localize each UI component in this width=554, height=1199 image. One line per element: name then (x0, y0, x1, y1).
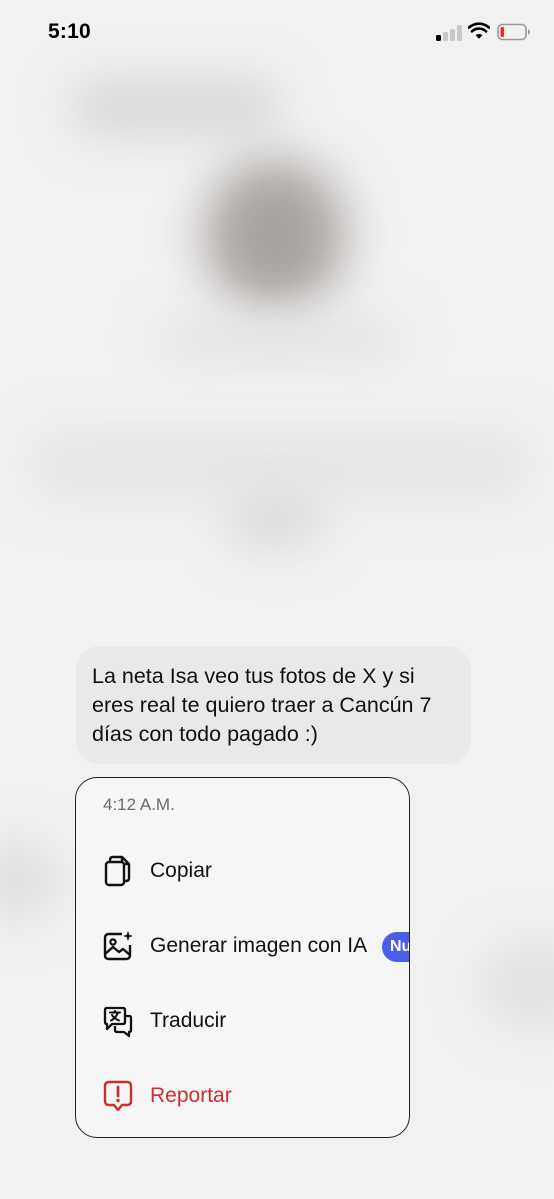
blurred-profile-name (160, 320, 400, 360)
message-timestamp: 4:12 A.M. (103, 795, 175, 814)
cellular-signal-icon (436, 25, 462, 41)
report-icon (103, 1080, 133, 1112)
report-label: Reportar (150, 1084, 232, 1107)
copy-icon (104, 855, 131, 887)
report-menu-item[interactable]: Reportar (76, 1067, 409, 1123)
blurred-profile-detail (225, 490, 325, 550)
message-bubble[interactable]: La neta Isa veo tus fotos de X y si eres… (76, 646, 471, 764)
translate-icon (103, 1006, 133, 1038)
blurred-left-element (0, 840, 60, 920)
translate-label: Traducir (150, 1009, 227, 1032)
blurred-avatar (205, 160, 345, 310)
status-time: 5:10 (48, 20, 91, 43)
chat-screen: 5:10 La neta Isa veo tus fotos de X y si… (0, 0, 554, 1199)
battery-low-icon (497, 23, 530, 41)
blurred-right-element (480, 940, 554, 1030)
generate-ai-image-label: Generar imagen con IA (150, 934, 368, 957)
copy-label: Copiar (150, 859, 212, 882)
status-bar: 5:10 (0, 0, 554, 66)
new-feature-badge: Nu (382, 932, 409, 962)
copy-menu-item[interactable]: Copiar (76, 842, 409, 898)
ai-image-icon (103, 931, 133, 961)
wifi-icon (468, 22, 490, 39)
message-text: La neta Isa veo tus fotos de X y si eres… (92, 664, 432, 746)
translate-menu-item[interactable]: Traducir (76, 992, 409, 1048)
generate-ai-image-menu-item[interactable]: Generar imagen con IA Nu (76, 917, 409, 973)
message-context-menu: 4:12 A.M. Copiar Generar imagen con IA N… (75, 777, 410, 1138)
blurred-header (70, 78, 280, 136)
